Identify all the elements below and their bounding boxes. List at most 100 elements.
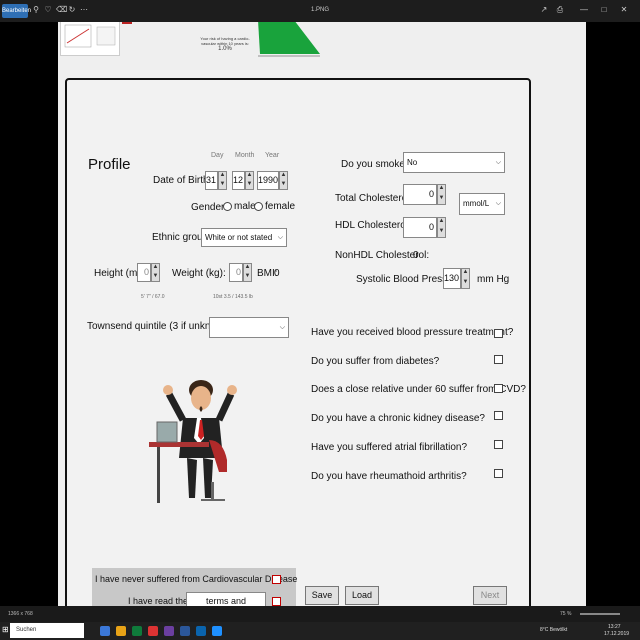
total-cholesterol-label: Total Cholesterol: [335,193,413,204]
zoom-icon[interactable]: ⚲ [32,6,40,14]
terms-checkbox[interactable] [272,597,281,606]
bp-treatment-checkbox[interactable] [494,329,503,338]
gender-female-label: female [265,201,296,212]
clock-time: 13:27 [608,624,621,630]
diabetes-checkbox[interactable] [494,355,503,364]
day-stepper[interactable]: ▲ ▼ [218,171,227,190]
mini-chart-icon [64,24,116,48]
systolic-unit: mm Hg [477,274,510,285]
never-cvd-checkbox[interactable] [272,575,281,584]
businessman-illustration [149,380,237,503]
ethnic-label: Ethnic group [152,232,209,243]
rheumatoid-arthritis-checkbox[interactable] [494,469,503,478]
profile-form: Profile Day Month Year Date of Birth 31 … [65,78,531,606]
close-icon[interactable]: ✕ [620,6,628,14]
minimize-icon[interactable]: — [580,6,588,14]
heart-icon[interactable]: ♡ [44,6,52,14]
systolic-input[interactable]: 130 [443,268,461,289]
viewer-statusbar: 1366 x 768 75 % [0,606,640,622]
terms-link[interactable]: terms and conditions [186,592,266,606]
weight-stepper[interactable]: ▲ ▼ [243,263,252,282]
bmi-value: 0 [274,268,280,279]
gender-female-option[interactable]: female [254,201,295,212]
chevron-down-icon: ⌵ [495,159,501,166]
maximize-icon[interactable]: □ [600,6,608,14]
thumbnail-chart [60,22,120,56]
radio-icon[interactable] [223,201,232,211]
day-input[interactable]: 31 [205,171,218,190]
weight-input[interactable]: 0 [229,263,243,282]
rotate-icon[interactable]: ↻ [68,6,76,14]
cholesterol-unit-value: mmol/L [463,199,490,208]
day-caption: Day [211,152,224,159]
smoke-value: No [407,158,418,167]
print-icon[interactable]: ⎙ [556,6,564,14]
risk-chart-icon [258,22,320,57]
systolic-stepper[interactable]: ▲ ▼ [461,268,470,289]
folder-icon[interactable] [116,626,126,636]
smoke-label: Do you smoke? [341,159,411,170]
app-icon[interactable] [100,626,110,636]
question-label: Do you suffer from diabetes? [311,356,440,367]
gender-male-label: male [234,201,256,212]
question-label: Have you suffered atrial fibrillation? [311,442,468,453]
month-stepper[interactable]: ▲ ▼ [245,171,254,190]
year-input[interactable]: 1990 [257,171,279,190]
word-icon[interactable] [180,626,190,636]
save-button[interactable]: Save [305,586,339,605]
month-input[interactable]: 12 [232,171,245,190]
more-icon[interactable]: ⋯ [80,6,88,14]
load-button[interactable]: Load [345,586,379,605]
risk-caption: Your risk of having a cardio-vascular wi… [200,36,250,46]
relative-cvd-checkbox[interactable] [494,384,503,393]
height-input[interactable]: 0 [137,263,151,282]
dimensions-label: 1366 x 768 [8,611,33,617]
total-cholesterol-input[interactable]: 0 [403,184,437,205]
window-title: 1.PNG [310,7,329,13]
month-caption: Month [235,152,255,159]
next-button[interactable]: Next [473,586,507,605]
ethnic-select[interactable]: White or not stated ⌵ [201,228,287,247]
windows-start-icon[interactable]: ⊞ [2,626,10,634]
app-icon[interactable] [164,626,174,636]
edit-button[interactable]: Bearbeiten [2,4,31,18]
year-stepper[interactable]: ▲ ▼ [279,171,288,190]
risk-result: Your risk of having a cardio-vascular wi… [198,22,252,58]
hdl-cholesterol-stepper[interactable]: ▲ ▼ [437,217,446,238]
browser-icon[interactable] [148,626,158,636]
chevron-down-icon: ⌵ [277,234,283,241]
taskbar-search[interactable]: Suchen [10,623,84,638]
gender-male-option[interactable]: male [223,201,256,212]
year-caption: Year [265,152,280,159]
townsend-select[interactable]: ⌵ [209,317,289,338]
never-cvd-label: I have never suffered from Cardiovascula… [95,574,298,584]
height-stepper[interactable]: ▲ ▼ [151,263,160,282]
chevron-down-icon: ⌵ [279,324,285,331]
chevron-down-icon: ⌵ [495,200,501,207]
page-title: Profile [88,156,131,173]
hdl-cholesterol-input[interactable]: 0 [403,217,437,238]
read-terms-label: I have read the [128,596,189,606]
heart-badge-icon [122,22,132,24]
weight-label: Weight (kg): [172,268,226,279]
weight-conversion: 10st 3.5 / 143.5 lb [213,294,253,300]
total-cholesterol-stepper[interactable]: ▲ ▼ [437,184,446,205]
kidney-disease-checkbox[interactable] [494,411,503,420]
zoom-label: 75 % [560,611,572,617]
smoke-select[interactable]: No ⌵ [403,152,505,173]
share-icon[interactable]: ↗ [540,6,548,14]
cholesterol-unit-select[interactable]: mmol/L ⌵ [459,193,505,215]
thumbnail-strip: Your risk of having a cardio-vascular wi… [58,22,586,58]
consent-box: I have never suffered from Cardiovascula… [92,568,298,606]
gender-label: Gender: [191,202,228,213]
app-icon[interactable] [132,626,142,636]
app-icon[interactable] [196,626,206,636]
delete-icon[interactable]: ⌫ [56,6,67,14]
zoom-slider[interactable] [580,613,620,615]
atrial-fibrillation-checkbox[interactable] [494,440,503,449]
radio-icon[interactable] [254,201,263,211]
photos-icon[interactable] [212,626,222,636]
clock-date: 17.12.2019 [604,631,630,637]
height-conversion: 5' 7" / 67.0 [141,294,165,300]
dob-label: Date of Birth [153,175,209,186]
